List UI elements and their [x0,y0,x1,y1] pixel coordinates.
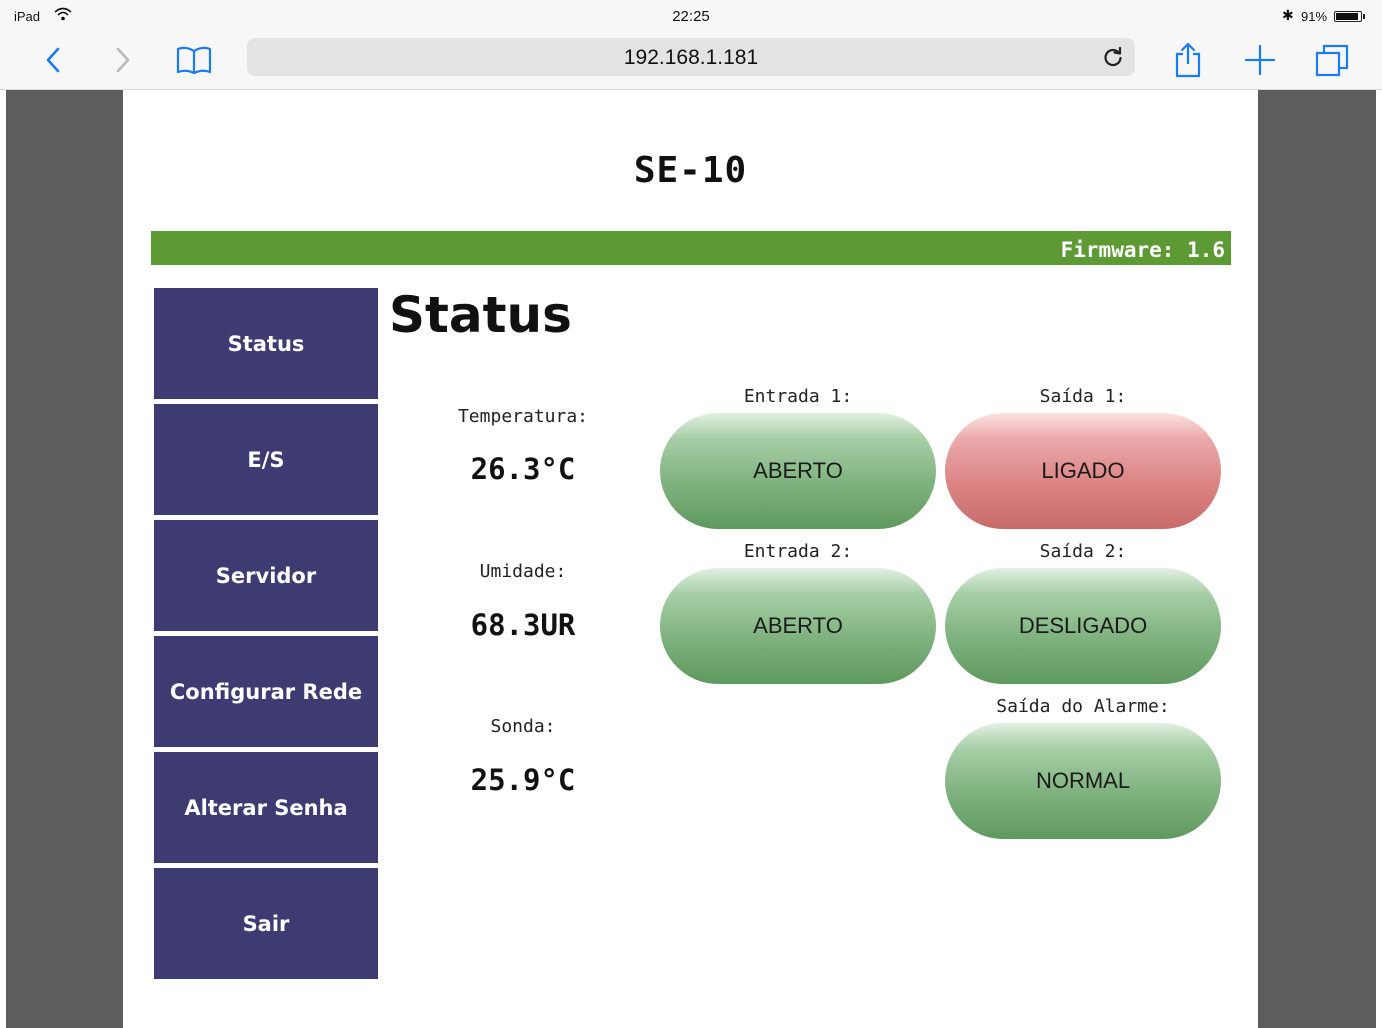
web-page: SE-10 Firmware: 1.6 Status E/S Servidor … [123,90,1258,1028]
share-icon [1175,42,1201,78]
probe-value: 25.9°C [470,763,576,797]
bookmarks-button[interactable] [172,38,216,82]
input2-label: Entrada 2: [743,541,853,562]
menu-item-status[interactable]: Status [154,288,378,399]
alarm-output-label: Saída do Alarme: [996,696,1170,717]
tabs-icon [1315,44,1349,77]
output2-state-button[interactable]: DESLIGADO [945,568,1221,684]
page-heading: Status [389,286,572,344]
menu-item-io[interactable]: E/S [154,404,378,515]
bluetooth-icon: ✱ [1282,8,1294,24]
input1-state-button[interactable]: ABERTO [660,413,936,529]
device-title: SE-10 [633,150,748,191]
menu-item-logout[interactable]: Sair [154,868,378,979]
page-gutter-left [6,90,123,1028]
humidity-label: Umidade: [479,561,567,582]
output1-label: Saída 1: [1039,386,1127,407]
tabs-button[interactable] [1310,38,1354,82]
input1-label: Entrada 1: [743,386,853,407]
chevron-left-icon [46,47,60,73]
new-tab-button[interactable] [1240,38,1280,82]
firmware-version: Firmware: 1.6 [1060,238,1225,262]
side-menu: Status E/S Servidor Configurar Rede Alte… [154,288,378,984]
share-button[interactable] [1168,38,1208,82]
url-text: 192.168.1.181 [623,46,759,69]
chevron-right-icon [116,47,130,73]
output2-label: Saída 2: [1039,541,1127,562]
menu-item-server[interactable]: Servidor [154,520,378,631]
menu-item-network-config[interactable]: Configurar Rede [154,636,378,747]
battery-icon [1334,11,1362,22]
reload-icon[interactable] [1101,45,1125,69]
battery-percent: 91% [1301,9,1328,24]
ios-status-bar: iPad 22:25 ✱ 91% [0,0,1382,34]
address-bar[interactable]: 192.168.1.181 [247,38,1135,76]
output1-state-button[interactable]: LIGADO [945,413,1221,529]
page-gutter-right [1258,90,1376,1028]
alarm-output-state-button[interactable]: NORMAL [945,723,1221,839]
plus-icon [1244,44,1276,76]
input2-state-button[interactable]: ABERTO [660,568,936,684]
menu-item-change-password[interactable]: Alterar Senha [154,752,378,863]
clock: 22:25 [672,8,710,25]
temperature-value: 26.3°C [470,452,576,486]
book-icon [176,46,212,75]
browser-toolbar: 192.168.1.181 [0,34,1382,90]
humidity-value: 68.3UR [470,608,576,642]
battery-tip [1363,14,1365,19]
back-button[interactable] [38,38,68,82]
probe-label: Sonda: [490,716,556,737]
header-bar: Firmware: 1.6 [151,231,1231,265]
forward-button[interactable] [108,38,138,82]
temperature-label: Temperatura: [457,406,589,427]
